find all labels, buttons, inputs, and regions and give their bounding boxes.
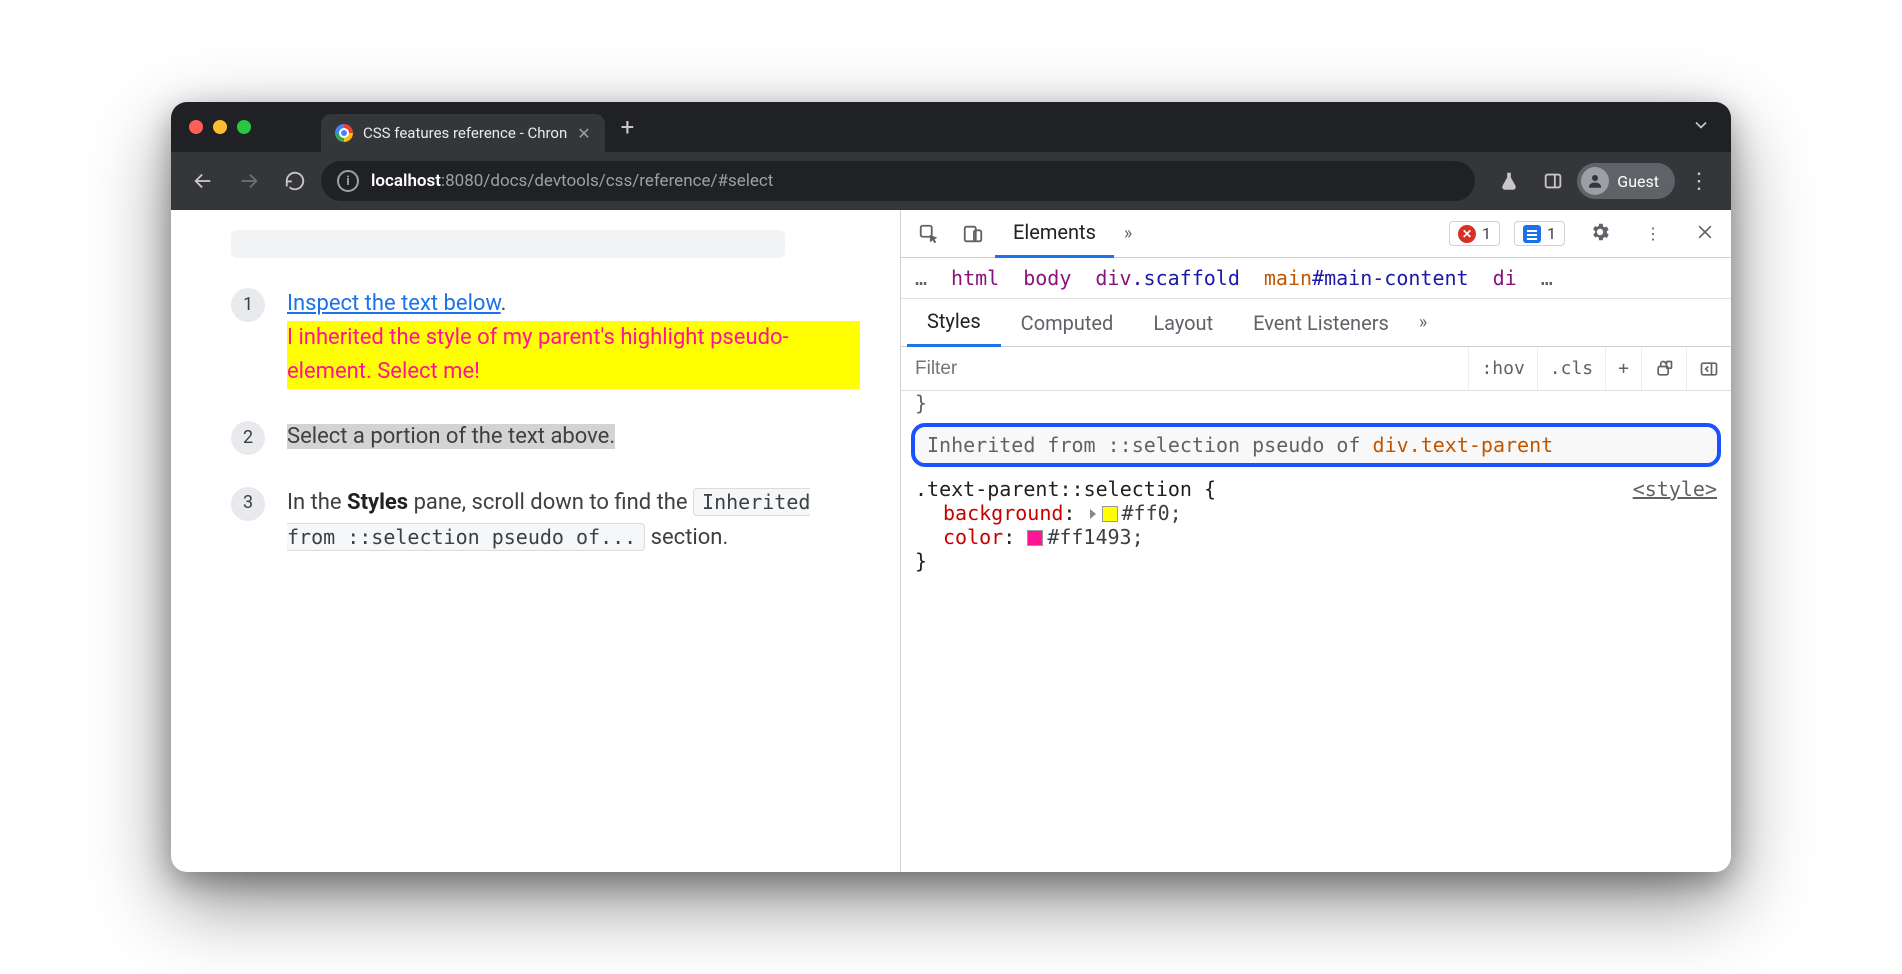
- step-3: In the Styles pane, scroll down to find …: [231, 485, 860, 555]
- inherited-label: Inherited from ::selection pseudo of: [927, 433, 1373, 457]
- crumb-body[interactable]: body: [1023, 266, 1071, 290]
- subtabs-more[interactable]: »: [1409, 312, 1437, 333]
- site-info-icon[interactable]: i: [337, 170, 359, 192]
- content-split: Inspect the text below. I inherited the …: [171, 210, 1731, 872]
- styles-filter-input[interactable]: [901, 358, 1468, 380]
- paint-flash-button[interactable]: [1641, 347, 1686, 390]
- subtab-event-listeners[interactable]: Event Listeners: [1233, 299, 1409, 347]
- prev-rule-close-brace: }: [901, 391, 1731, 415]
- crumb-main[interactable]: main#main-content: [1264, 266, 1469, 290]
- inspect-link[interactable]: Inspect the text below: [287, 291, 501, 316]
- url-host: localhost: [371, 171, 441, 191]
- steps-list: Inspect the text below. I inherited the …: [231, 286, 860, 555]
- css-rule[interactable]: .text-parent::selection { <style> backgr…: [901, 473, 1731, 581]
- rule-origin-link[interactable]: <style>: [1633, 477, 1717, 501]
- back-button[interactable]: [183, 161, 223, 201]
- tab-close-button[interactable]: ✕: [577, 124, 590, 143]
- styles-body: } Inherited from ::selection pseudo of d…: [901, 391, 1731, 581]
- step-2-text: Select a portion of the text above.: [287, 424, 615, 449]
- highlighted-text[interactable]: I inherited the style of my parent's hig…: [287, 321, 860, 389]
- subtab-styles[interactable]: Styles: [907, 299, 1001, 347]
- dom-breadcrumbs[interactable]: … html body div.scaffold main#main-conte…: [901, 258, 1731, 299]
- reload-button[interactable]: [275, 161, 315, 201]
- inherited-selector[interactable]: div.text-parent: [1373, 433, 1554, 457]
- styles-toolbar: :hov .cls +: [901, 347, 1731, 391]
- cls-toggle[interactable]: .cls: [1537, 347, 1605, 390]
- profile-label: Guest: [1617, 172, 1659, 191]
- subtab-computed[interactable]: Computed: [1001, 299, 1134, 347]
- devtools-close-button[interactable]: [1685, 222, 1725, 246]
- inspect-element-button[interactable]: [907, 212, 951, 256]
- address-bar[interactable]: i localhost:8080/docs/devtools/css/refer…: [321, 161, 1475, 201]
- panel-toggle-icon[interactable]: [1533, 161, 1573, 201]
- color-swatch-bg[interactable]: [1102, 506, 1118, 522]
- profile-chip[interactable]: Guest: [1577, 163, 1675, 199]
- subtab-layout[interactable]: Layout: [1133, 299, 1233, 347]
- step-1-period: .: [501, 291, 507, 316]
- prop-color[interactable]: color: #ff1493;: [915, 525, 1717, 549]
- device-toolbar-button[interactable]: [951, 212, 995, 256]
- tab-title: CSS features reference - Chron: [363, 124, 567, 142]
- browser-menu-button[interactable]: ⋮: [1679, 169, 1719, 194]
- page-viewport: Inspect the text below. I inherited the …: [171, 210, 901, 872]
- devtools-menu-button[interactable]: ⋮: [1635, 224, 1671, 243]
- inherited-section-header[interactable]: Inherited from ::selection pseudo of div…: [911, 423, 1721, 467]
- new-tab-button[interactable]: +: [605, 113, 651, 141]
- window-minimize-button[interactable]: [213, 120, 227, 134]
- step-3-c: section.: [645, 525, 728, 550]
- crumb-ellipsis-left[interactable]: …: [915, 266, 927, 290]
- crumb-html[interactable]: html: [951, 266, 999, 290]
- chrome-favicon-icon: [335, 124, 353, 142]
- devtools-tabs-more[interactable]: »: [1114, 223, 1142, 244]
- issues-count: 1: [1547, 224, 1556, 243]
- issues-icon: [1523, 225, 1541, 243]
- rule-close-brace: }: [915, 549, 1717, 573]
- browser-window: CSS features reference - Chron ✕ + i loc…: [171, 102, 1731, 872]
- expand-shorthand-icon[interactable]: [1090, 509, 1096, 519]
- step-3-b: pane, scroll down to find the: [408, 490, 693, 515]
- forward-button[interactable]: [229, 161, 269, 201]
- new-rule-button[interactable]: +: [1605, 347, 1641, 390]
- toggle-sidebar-button[interactable]: [1686, 347, 1731, 390]
- error-icon: ✕: [1458, 225, 1476, 243]
- step-3-a: In the: [287, 490, 347, 515]
- tab-strip: CSS features reference - Chron ✕ +: [171, 102, 1731, 152]
- crumb-div-scaffold[interactable]: div.scaffold: [1095, 266, 1240, 290]
- prop-background[interactable]: background: #ff0;: [915, 501, 1717, 525]
- issues-badge[interactable]: 1: [1514, 221, 1565, 246]
- color-swatch-fg[interactable]: [1027, 530, 1043, 546]
- browser-toolbar: i localhost:8080/docs/devtools/css/refer…: [171, 152, 1731, 210]
- step-2: Select a portion of the text above.: [231, 419, 860, 454]
- sidebar-subtabs: Styles Computed Layout Event Listeners »: [901, 299, 1731, 347]
- devtools-settings-button[interactable]: [1579, 221, 1621, 247]
- page-code-block: [231, 230, 785, 258]
- rule-selector[interactable]: .text-parent::selection {: [915, 477, 1216, 501]
- step-1: Inspect the text below. I inherited the …: [231, 286, 860, 389]
- url-path: :8080/docs/devtools/css/reference/#selec…: [441, 171, 773, 191]
- avatar-icon: [1581, 167, 1609, 195]
- devtools-toolbar: Elements » ✕ 1 1 ⋮: [901, 210, 1731, 258]
- window-close-button[interactable]: [189, 120, 203, 134]
- hov-toggle[interactable]: :hov: [1468, 347, 1536, 390]
- crumb-di[interactable]: di: [1493, 266, 1517, 290]
- errors-count: 1: [1482, 224, 1491, 243]
- errors-badge[interactable]: ✕ 1: [1449, 221, 1500, 246]
- window-fullscreen-button[interactable]: [237, 120, 251, 134]
- crumb-ellipsis-right[interactable]: …: [1541, 266, 1553, 290]
- toolbar-right: Guest ⋮: [1481, 161, 1719, 201]
- traffic-lights: [183, 120, 261, 134]
- browser-tab[interactable]: CSS features reference - Chron ✕: [321, 114, 605, 152]
- devtools-panel: Elements » ✕ 1 1 ⋮: [901, 210, 1731, 872]
- step-3-bold: Styles: [347, 490, 408, 515]
- labs-icon[interactable]: [1489, 161, 1529, 201]
- devtools-tab-elements[interactable]: Elements: [995, 210, 1114, 258]
- window-menu-button[interactable]: [1691, 115, 1719, 139]
